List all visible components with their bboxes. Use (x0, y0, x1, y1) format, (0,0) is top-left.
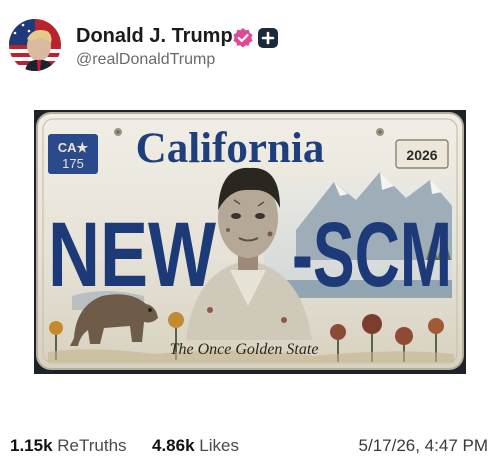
plate-number-right: -SCM (292, 204, 452, 306)
post-image[interactable]: CA★ 175 California 2026 NEW -SCM The Onc… (34, 110, 466, 374)
user-handle[interactable]: @realDonaldTrump (76, 51, 215, 69)
likes-stat[interactable]: 4.86k Likes (152, 436, 239, 456)
retruths-label: ReTruths (57, 436, 127, 455)
retruths-stat[interactable]: 1.15k ReTruths (10, 436, 127, 456)
plate-sticker-state: CA★ (58, 140, 89, 155)
plate-slogan: The Once Golden State (170, 341, 319, 358)
post-timestamp[interactable]: 5/17/26, 4:47 PM (359, 436, 488, 456)
display-name[interactable]: Donald J. Trump (76, 25, 233, 48)
plate-state-name: California (136, 125, 325, 172)
post-footer: 1.15k ReTruths 4.86k Likes 5/17/26, 4:47… (0, 428, 500, 458)
avatar-image (9, 19, 61, 71)
plate-sticker-number: 175 (62, 156, 84, 171)
likes-label: Likes (199, 436, 239, 455)
post-header: Donald J. Trump @realDonaldTrump (0, 0, 500, 80)
plus-badge-icon (258, 28, 278, 48)
avatar[interactable] (9, 19, 61, 71)
plate-number-left: NEW (48, 204, 216, 306)
plate-year-sticker: 2026 (406, 147, 437, 163)
likes-count: 4.86k (152, 436, 195, 455)
verified-badge-icon (232, 27, 254, 49)
license-plate-image: CA★ 175 California 2026 NEW -SCM The Onc… (34, 110, 466, 374)
retruths-count: 1.15k (10, 436, 53, 455)
